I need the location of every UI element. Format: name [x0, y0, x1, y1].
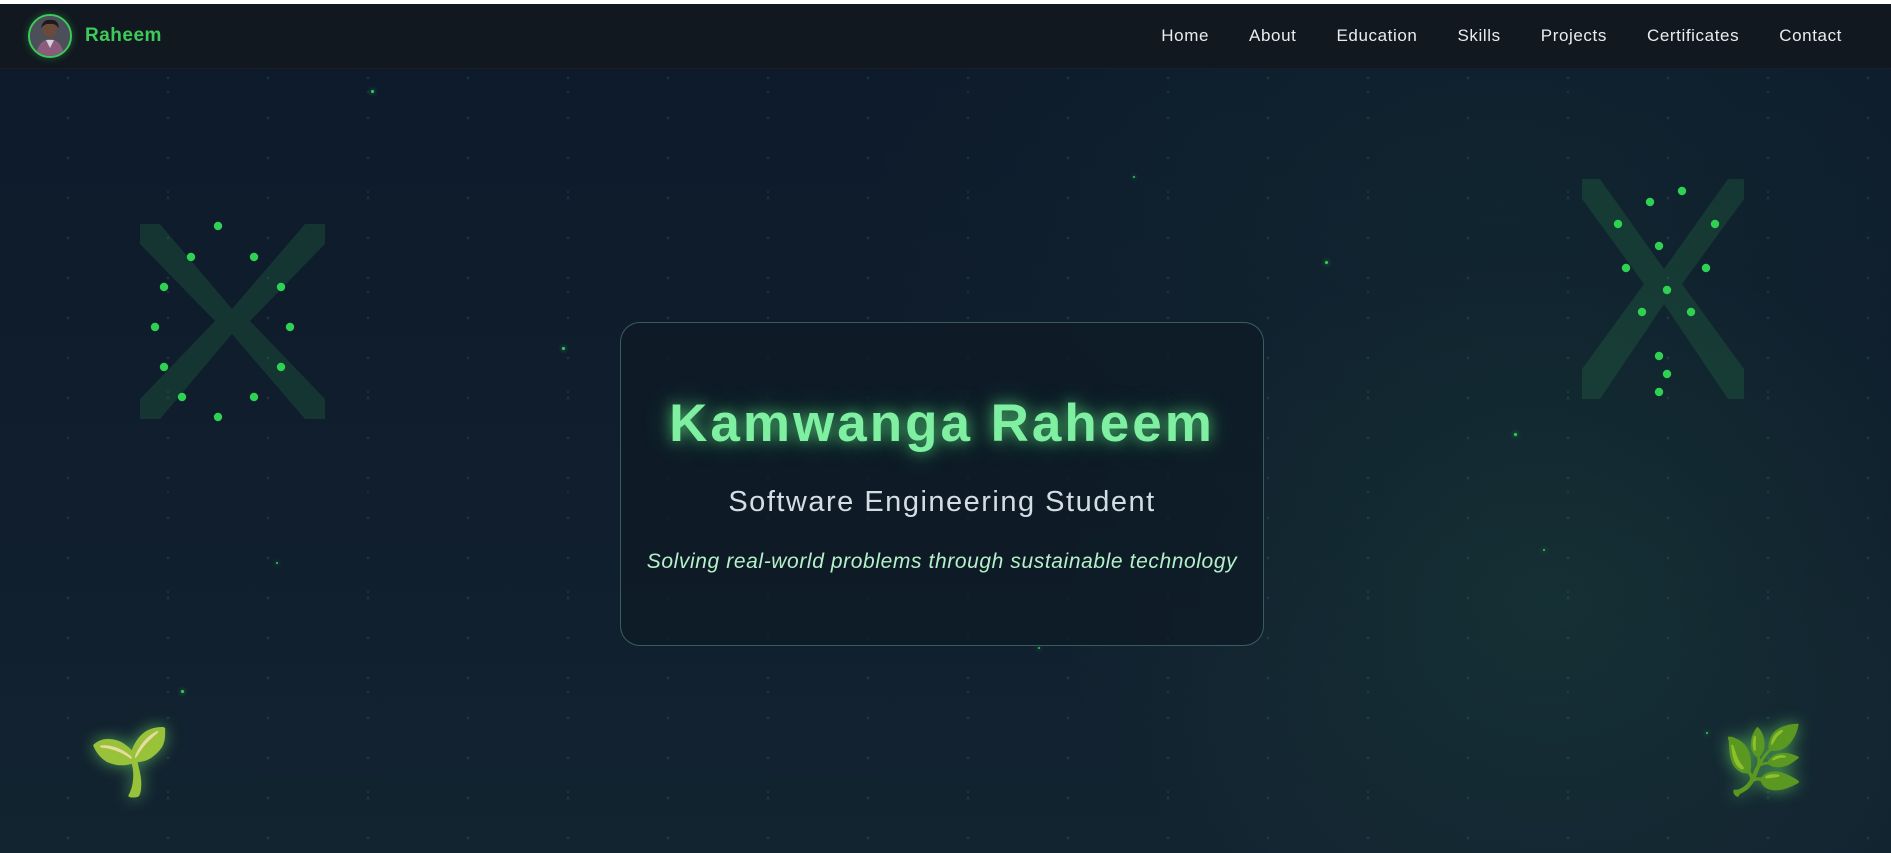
particle — [1706, 732, 1708, 734]
particle — [1543, 549, 1545, 551]
brand[interactable]: Raheem — [28, 14, 162, 58]
navbar: Raheem Home About Education Skills Proje… — [0, 4, 1891, 69]
brand-name[interactable]: Raheem — [85, 25, 162, 47]
profile-photo-icon — [30, 16, 70, 56]
hero-name: Kamwanga Raheem — [669, 394, 1215, 453]
particle — [1038, 647, 1040, 649]
nav-links: Home About Education Skills Projects Cer… — [1161, 4, 1842, 68]
particle — [1325, 261, 1328, 264]
particle — [276, 562, 278, 564]
nav-link-projects[interactable]: Projects — [1541, 26, 1607, 46]
nav-link-about[interactable]: About — [1249, 26, 1296, 46]
hero-subtitle: Software Engineering Student — [728, 486, 1156, 518]
page-background: Kamwanga Raheem Software Engineering Stu… — [0, 4, 1891, 853]
nav-link-home[interactable]: Home — [1161, 26, 1209, 46]
hero-card: Kamwanga Raheem Software Engineering Stu… — [620, 322, 1264, 646]
hero-tagline: Solving real-world problems through sust… — [646, 550, 1238, 573]
nav-link-skills[interactable]: Skills — [1457, 26, 1500, 46]
left-x-dots-decoration — [140, 221, 325, 422]
avatar[interactable] — [28, 14, 72, 58]
particle — [1514, 433, 1517, 436]
nav-link-contact[interactable]: Contact — [1779, 26, 1842, 46]
nav-link-certificates[interactable]: Certificates — [1647, 26, 1739, 46]
particle — [1133, 176, 1135, 178]
nav-link-education[interactable]: Education — [1336, 26, 1417, 46]
particle — [181, 690, 184, 693]
right-x-dots-decoration — [1582, 179, 1744, 399]
particle — [562, 347, 565, 350]
seedling-icon: 🌱 — [89, 724, 172, 798]
particle — [371, 90, 374, 93]
herb-icon: 🌿 — [1722, 723, 1805, 797]
